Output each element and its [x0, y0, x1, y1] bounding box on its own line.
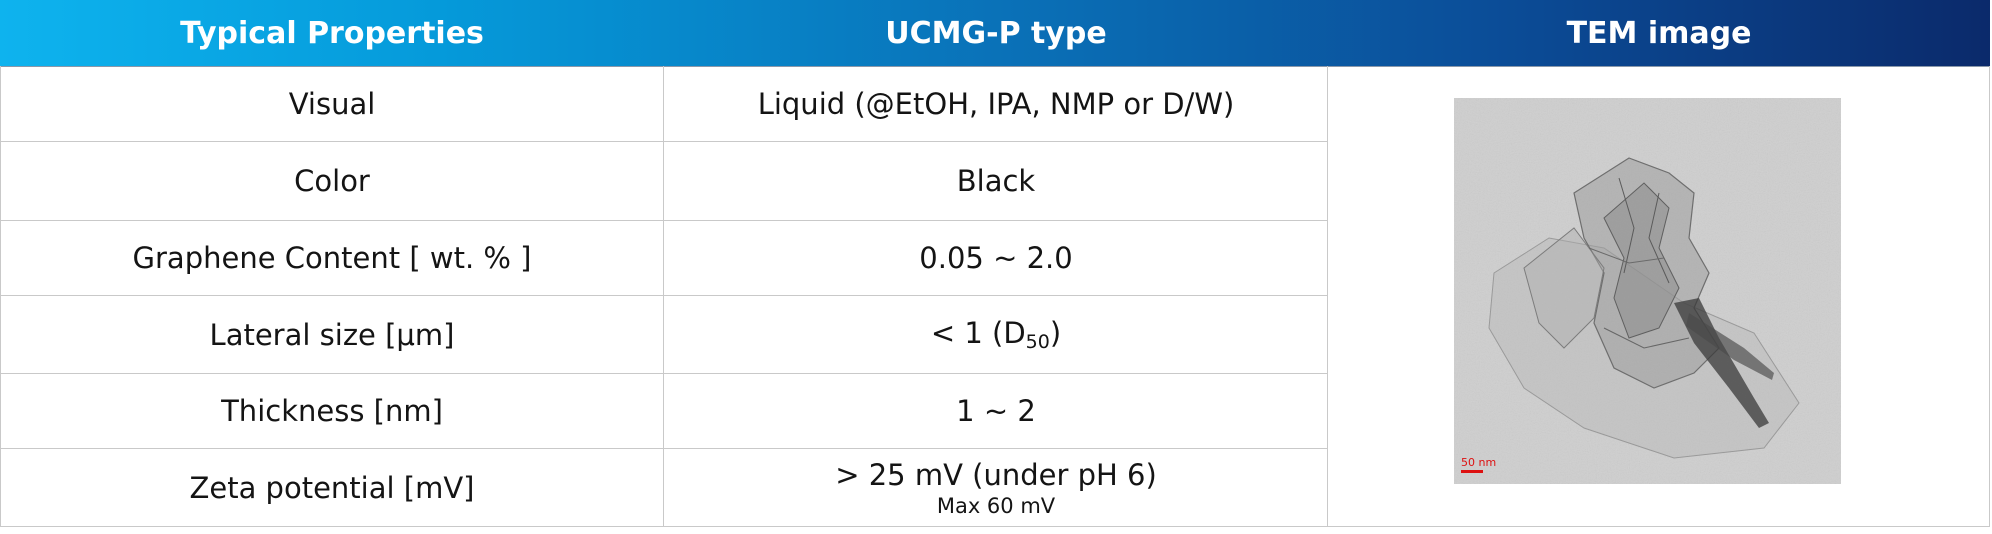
value-cell: Black [956, 164, 1036, 198]
table-row: Thickness [nm] 1 ~ 2 [0, 374, 1328, 449]
value-main: > 25 mV (under pH 6) [835, 457, 1157, 492]
table-header: Typical Properties UCMG-P type TEM image [0, 0, 1990, 67]
table-border-left [0, 66, 1, 526]
scale-bar-label: 50 nm [1461, 456, 1497, 469]
tem-image: 50 nm [1454, 98, 1841, 484]
value-end: ) [1049, 316, 1062, 350]
header-ucmg-p-type: UCMG-P type [885, 15, 1107, 51]
property-cell: Lateral size [μm] [209, 317, 455, 352]
table-row: Visual Liquid (@EtOH, IPA, NMP or D/W) [0, 66, 1328, 142]
value-note: Max 60 mV [936, 493, 1056, 518]
value-subscript: 50 [1025, 331, 1050, 353]
scale-bar [1461, 470, 1483, 473]
property-cell: Zeta potential [mV] [189, 470, 475, 505]
property-cell: Graphene Content [ wt. % ] [132, 241, 532, 275]
header-typical-properties: Typical Properties [180, 15, 484, 51]
table-row: Graphene Content [ wt. % ] 0.05 ~ 2.0 [0, 221, 1328, 296]
column-divider [663, 66, 664, 526]
table-border-bottom [1328, 526, 1990, 527]
table-border-right [1989, 66, 1990, 526]
property-cell: Color [294, 164, 370, 198]
property-cell: Thickness [nm] [221, 394, 443, 428]
value-cell: 1 ~ 2 [956, 394, 1036, 428]
value-cell: 0.05 ~ 2.0 [919, 241, 1073, 275]
column-divider [1327, 66, 1328, 526]
table-row: Color Black [0, 142, 1328, 221]
graphene-flake-image [1454, 98, 1841, 484]
property-cell: Visual [288, 86, 376, 121]
properties-table: Typical Properties UCMG-P type TEM image… [0, 0, 1990, 527]
value-cell: Liquid (@EtOH, IPA, NMP or D/W) [757, 86, 1235, 121]
header-tem-image: TEM image [1566, 15, 1752, 51]
table-row: Lateral size [μm] < 1 (D50) [0, 296, 1328, 374]
table-row: Zeta potential [mV] > 25 mV (under pH 6)… [0, 449, 1328, 527]
value-cell: < 1 (D50) [664, 296, 1328, 373]
value-cell: > 25 mV (under pH 6) Max 60 mV [664, 449, 1328, 526]
value-main: < 1 (D [930, 316, 1026, 350]
